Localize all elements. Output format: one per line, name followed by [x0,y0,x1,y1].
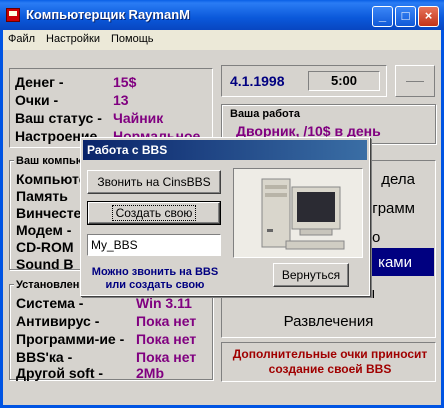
system-label: Система - [16,295,84,311]
app-icon[interactable] [6,8,20,22]
dash-icon [406,81,424,82]
time-display: 5:00 [308,71,380,91]
create-bbs-button-face: Создать свою [88,202,220,224]
memory-row: Память [16,188,68,204]
menu-settings[interactable]: Настройки [41,30,106,45]
hdd-row: Винчестер [16,205,90,221]
dialog-title-bar[interactable]: Работа с BBS [83,140,367,160]
modem-row: Модем - [16,222,72,238]
dialog-info-text: Можно звонить на BBS или создать свою [91,266,219,291]
other-soft-value: 2Mb [136,365,164,381]
system-value: Win 3.11 [136,295,192,311]
maximize-button[interactable]: □ [395,6,416,27]
hint-text: Дополнительные очки приносит создание св… [232,347,428,376]
bbs-name-input[interactable]: My_BBS [87,234,221,256]
menu-file[interactable]: Файл [3,30,41,45]
software-panel: Установленное Система - Win 3.11 Антивир… [9,279,213,381]
create-bbs-button[interactable]: Создать свою [87,201,221,225]
bbs-dialog: Работа с BBS Звонить на CinsBBS Создать … [80,137,370,296]
pause-button[interactable] [395,65,435,97]
money-value: 15$ [113,74,137,90]
close-button[interactable]: × [418,6,439,27]
points-value: 13 [113,92,129,108]
money-label: Денег - [15,74,64,90]
menu-item-entertainment[interactable]: Развлечения [222,313,435,330]
antivirus-value: Пока нет [136,313,197,329]
window-title: Компьютерщик RaymanM [26,7,190,22]
status-label: Ваш статус - [15,110,102,126]
programming-label: Программи-ие - [16,331,125,347]
date-display: 4.1.1998 [230,73,285,89]
back-button[interactable]: Вернуться [273,263,349,287]
status-value: Чайник [113,110,164,126]
computer-picture [233,168,363,258]
computer-image-icon [234,169,362,257]
hint-panel: Дополнительные очки приносит создание св… [221,342,436,382]
bbs-label: BBS'ка - [16,349,73,365]
other-soft-label: Другой soft - [16,365,104,381]
dialog-title: Работа с BBS [87,143,168,157]
cdrom-row: CD-ROM [16,239,74,255]
call-cinsbbs-button[interactable]: Звонить на CinsBBS [87,170,221,194]
points-label: Очки - [15,92,59,108]
bbs-value: Пока нет [136,349,197,365]
bbs-name-value: My_BBS [91,238,138,252]
programming-value: Пока нет [136,331,197,347]
sound-row: Sound B [16,256,74,272]
menu-bar: Файл Настройки Помощь [3,30,441,50]
date-time-panel: 4.1.1998 5:00 [221,65,387,97]
stats-panel: Денег - 15$ Очки - 13 Ваш статус - Чайни… [9,68,213,148]
menu-help[interactable]: Помощь [106,30,160,45]
minimize-button[interactable]: _ [372,6,393,27]
antivirus-label: Антивирус - [16,313,100,329]
job-title: Ваша работа [228,108,302,120]
create-bbs-label: Создать свою [111,205,197,221]
